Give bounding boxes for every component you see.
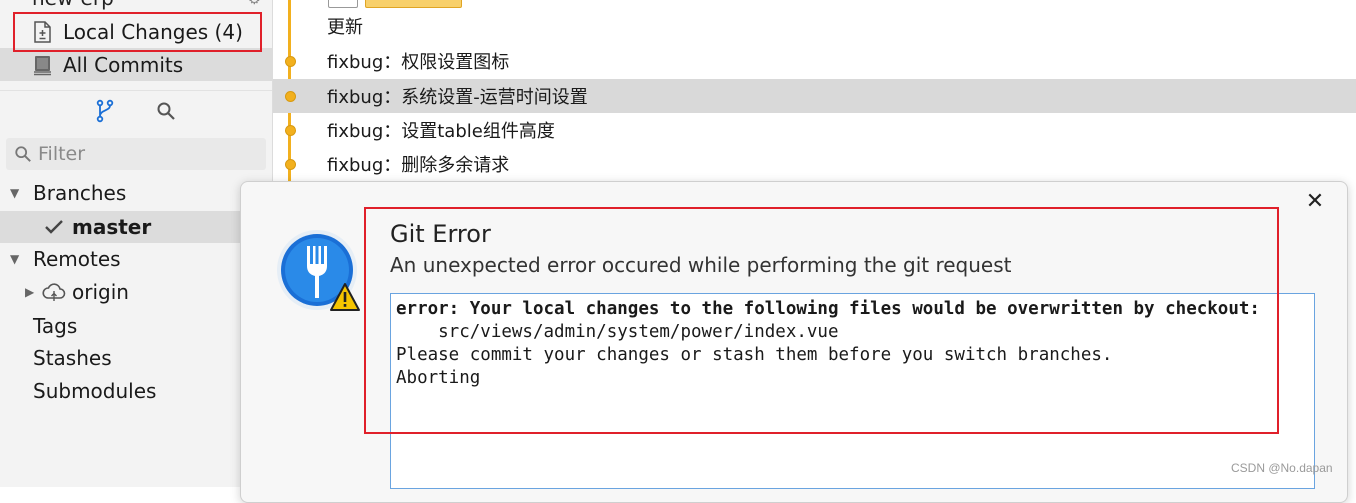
commit-dot: [285, 90, 296, 102]
branches-label: Branches: [33, 181, 127, 205]
commit-message: 更新: [327, 17, 363, 38]
filter-input[interactable]: Filter: [6, 138, 266, 170]
sidebar: new-erp ⚙ Local Changes (4) All Commits: [0, 0, 273, 487]
commits-stack-icon: [34, 55, 51, 75]
commit-row[interactable]: fixbug：删除多余请求: [273, 147, 1356, 181]
commit-message: fixbug：删除多余请求: [327, 155, 510, 176]
ref-badge: [328, 0, 358, 8]
submodules-label: Submodules: [33, 379, 157, 403]
repo-title[interactable]: new-erp: [32, 0, 114, 10]
remotes-header[interactable]: ▼ Remotes: [0, 243, 272, 275]
branches-header[interactable]: ▼ Branches: [0, 177, 272, 209]
commit-dot: [285, 55, 296, 67]
branch-master-label: master: [72, 215, 152, 239]
caret-down-icon[interactable]: ▼: [10, 186, 19, 200]
tags-label: Tags: [33, 314, 78, 338]
commit-message: fixbug：权限设置图标: [327, 52, 510, 73]
sidebar-toolbar: [0, 90, 272, 131]
all-commits-label: All Commits: [63, 52, 184, 77]
stashes-label: Stashes: [33, 346, 112, 370]
commit-message: fixbug：设置table组件高度: [327, 121, 555, 142]
search-icon[interactable]: [156, 101, 176, 121]
commit-row-selected[interactable]: fixbug：系统设置-运营时间设置: [273, 79, 1356, 113]
watermark: CSDN @No.dapan: [1231, 461, 1333, 475]
filter-search-icon: [15, 146, 31, 162]
ref-badge-branch: [365, 0, 462, 8]
commit-row[interactable]: 更新: [273, 9, 1356, 43]
remote-origin-label: origin: [72, 280, 129, 304]
filter-placeholder: Filter: [38, 143, 86, 165]
stashes-item[interactable]: Stashes: [0, 342, 272, 374]
caret-down-icon[interactable]: ▼: [10, 252, 19, 266]
branch-item-master[interactable]: master: [0, 211, 272, 243]
commit-row[interactable]: fixbug：权限设置图标: [273, 44, 1356, 78]
cloud-icon: [42, 283, 66, 301]
tags-item[interactable]: Tags: [0, 310, 272, 342]
submodules-item[interactable]: Submodules: [0, 375, 272, 407]
commit-row[interactable]: fixbug：设置table组件高度: [273, 113, 1356, 147]
nav-all-commits[interactable]: All Commits: [0, 48, 272, 81]
fork-app-icon: [277, 230, 360, 311]
branch-icon[interactable]: [96, 99, 114, 123]
gear-icon[interactable]: ⚙: [248, 0, 261, 8]
commit-message: fixbug：系统设置-运营时间设置: [327, 87, 588, 108]
commit-dot: [285, 158, 296, 170]
highlight-box-local-changes: [13, 12, 262, 52]
remote-item-origin[interactable]: ▶ origin: [0, 276, 272, 308]
close-button[interactable]: ✕: [1301, 188, 1329, 216]
commit-dot: [285, 124, 296, 136]
highlight-box-error: [364, 207, 1279, 434]
caret-right-icon[interactable]: ▶: [25, 285, 34, 299]
checkmark-icon: [45, 220, 63, 234]
remotes-label: Remotes: [33, 247, 121, 271]
